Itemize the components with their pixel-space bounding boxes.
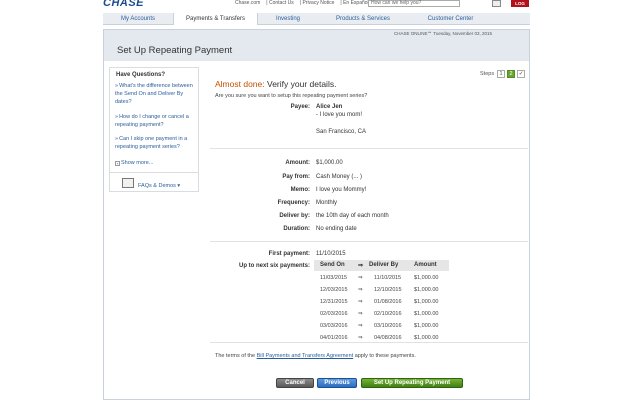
- top-link-chase[interactable]: Chase.com: [235, 0, 260, 6]
- logoff-button[interactable]: LOG OFF: [511, 0, 529, 13]
- step-2: 2: [507, 70, 515, 78]
- terms-text: The terms of the Bill Payments and Trans…: [215, 353, 416, 359]
- first-payment-value: 11/10/2015: [316, 251, 346, 257]
- top-link-privacy[interactable]: Privacy Notice: [302, 0, 334, 6]
- arrow-icon: ⇒: [358, 323, 363, 329]
- show-more-link[interactable]: + Show more...: [115, 160, 153, 166]
- deliverby-value: the 10th day of each month: [316, 213, 389, 219]
- arrow-icon: »: [115, 136, 119, 142]
- submit-repeating-payment-button[interactable]: Set Up Repeating Payment: [361, 378, 463, 388]
- divider: [210, 148, 528, 149]
- arrow-icon: ⇒: [358, 335, 363, 341]
- monitor-icon: [122, 178, 134, 188]
- arrow-icon: ⇒: [358, 311, 363, 317]
- faqs-demos-link[interactable]: FAQs & Demos ▾: [138, 183, 180, 189]
- duration-value: No ending date: [316, 226, 357, 232]
- payee-label: Payee:: [290, 104, 310, 110]
- table-row: 12/03/2015 ⇒ 12/10/2015 $1,000.00: [320, 287, 439, 293]
- agreement-link[interactable]: Bill Payments and Transfers Agreement: [257, 353, 354, 359]
- amount-value: $1,000.00: [316, 160, 343, 166]
- top-link-espanol[interactable]: En Español: [343, 0, 369, 6]
- help-link-send-deliver[interactable]: »What's the difference between the Send …: [115, 82, 195, 106]
- top-link-contact[interactable]: Contact Us: [269, 0, 294, 6]
- payee-name: Alice Jen: [316, 104, 343, 110]
- duration-label: Duration:: [283, 226, 310, 232]
- col-deliver-by: Deliver By: [369, 262, 399, 268]
- confirm-question: Are you sure you want to setup this repe…: [215, 93, 368, 99]
- help-link-change-cancel[interactable]: »How do I change or cancel a repeating p…: [115, 113, 195, 129]
- sidebar-heading: Have Questions?: [116, 72, 166, 78]
- main-panel: CHASE ONLINE℠ Tuesday, November 03, 2015…: [103, 29, 530, 400]
- table-row: 02/03/2016 ⇒ 02/10/2016 $1,000.00: [320, 311, 439, 317]
- help-sidebar: Have Questions? »What's the difference b…: [109, 67, 199, 192]
- frequency-value: Monthly: [316, 200, 338, 206]
- arrow-icon: ⇒: [358, 263, 364, 269]
- arrow-icon: »: [115, 114, 119, 120]
- previous-button[interactable]: Previous: [317, 378, 357, 388]
- step-complete-icon: ✓: [517, 70, 525, 78]
- steps-label: Steps: [480, 71, 495, 77]
- top-bar: CHASE Chase.com | Contact Us | Privacy Not…: [0, 0, 640, 13]
- help-link-skip-payment[interactable]: »Can I skip one payment in a repeating p…: [115, 135, 195, 151]
- arrow-icon: ⇒: [358, 287, 363, 293]
- arrow-icon: ⇒: [358, 275, 363, 281]
- table-header: Send On ⇒ Deliver By Amount: [314, 260, 449, 271]
- memo-label: Memo:: [290, 187, 310, 193]
- deliverby-label: Deliver by:: [279, 213, 310, 219]
- panel-header: CHASE ONLINE℠ Tuesday, November 03, 2015…: [104, 30, 529, 61]
- tab-products-services[interactable]: Products & Services: [318, 13, 408, 25]
- arrow-icon: »: [115, 83, 119, 89]
- payee-note: - I love you mom!: [316, 112, 363, 118]
- top-links: Chase.com | Contact Us | Privacy Notice | E…: [235, 0, 369, 6]
- col-send-on: Send On: [320, 262, 345, 268]
- session-meta: CHASE ONLINE℠ Tuesday, November 03, 2015: [394, 31, 493, 36]
- next-payments-label: Up to next six payments:: [238, 263, 310, 269]
- col-amount: Amount: [414, 262, 437, 268]
- table-row: 11/03/2015 ⇒ 11/10/2015 $1,000.00: [320, 275, 439, 281]
- main-nav: My Accounts Payments & Transfers Investi…: [103, 13, 530, 25]
- search-button[interactable]: [492, 0, 501, 7]
- payee-city: San Francisco, CA: [316, 129, 367, 135]
- tab-my-accounts[interactable]: My Accounts: [103, 13, 173, 25]
- tab-payments-transfers[interactable]: Payments & Transfers: [173, 13, 258, 25]
- payfrom-label: Pay from:: [282, 174, 310, 180]
- search-input[interactable]: How can we help you?: [368, 0, 460, 7]
- amount-label: Amount:: [285, 160, 310, 166]
- arrow-icon: ⇒: [358, 299, 363, 305]
- step-1: 1: [497, 70, 505, 78]
- plus-icon: +: [115, 161, 120, 166]
- memo-value: I love you Mommy!: [316, 187, 367, 193]
- tab-investing[interactable]: Investing: [258, 13, 318, 25]
- sidebar-divider: [110, 172, 198, 173]
- divider: [210, 241, 528, 242]
- payfrom-value: Cash Money (... ): [316, 174, 363, 180]
- chase-logo[interactable]: CHASE: [103, 0, 144, 9]
- frequency-label: Frequency:: [277, 200, 310, 206]
- table-row: 03/03/2016 ⇒ 03/10/2016 $1,000.00: [320, 323, 439, 329]
- status-heading: Almost done: Verify your details.: [215, 79, 337, 89]
- cancel-button[interactable]: Cancel: [276, 378, 314, 388]
- first-payment-label: First payment:: [268, 251, 310, 257]
- table-row: 12/31/2015 ⇒ 01/08/2016 $1,000.00: [320, 299, 439, 305]
- divider: [210, 342, 528, 343]
- tab-customer-center[interactable]: Customer Center: [408, 13, 493, 25]
- page-title: Set Up Repeating Payment: [117, 45, 233, 56]
